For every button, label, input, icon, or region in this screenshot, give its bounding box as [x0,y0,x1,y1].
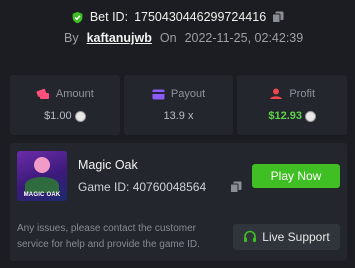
profit-icon [270,88,283,99]
stat-amount: Amount $1.00 [10,75,120,135]
stat-profit-label: Profit [289,88,316,100]
game-id-value: 40760048564 [132,180,207,194]
game-id-label: Game ID: [78,180,130,194]
play-now-button[interactable]: Play Now [252,164,340,188]
thumb-tree [25,177,59,193]
live-support-button[interactable]: Live Support [233,224,340,250]
bet-id-label: Bet ID: [89,10,129,24]
card-icon [152,89,165,99]
stat-profit-value-row: $12.93 [268,110,316,122]
game-name: Magic Oak [78,158,138,172]
by-label: By [64,31,79,45]
stat-profit-value: $12.93 [268,110,302,122]
bet-timestamp: 2022-11-25, 02:42:39 [184,31,304,45]
stat-payout: Payout 13.9 x [123,75,234,135]
coin-icon [305,110,316,122]
stat-amount-value-row: $1.00 [44,110,86,122]
stat-amount-label-row: Amount [36,88,94,100]
copy-icon[interactable] [272,11,284,23]
bet-stats: Amount $1.00 Payout 13.9 x Profit $12.93 [10,75,348,135]
game-card: MAGIC OAK Magic Oak Game ID: 40760048564… [10,143,347,261]
stat-payout-value-row: 13.9 x [164,110,194,122]
stat-payout-value: 13.9 x [163,110,194,122]
bet-id-value: 1750430446299724416 [134,10,267,24]
username-link[interactable]: kaftanujwb [87,31,152,45]
thumbnail-title: MAGIC OAK [23,192,61,198]
bet-meta-row: By kaftanujwb On 2022-11-25, 02:42:39 [64,31,303,45]
stat-profit-label-row: Profit [269,88,315,100]
coin-icon [74,110,86,122]
support-note: Any issues, please contact the customer … [17,223,200,250]
stat-payout-label-row: Payout [152,88,205,100]
game-thumbnail[interactable]: MAGIC OAK [17,151,67,201]
on-label: On [159,31,177,45]
stat-amount-label: Amount [55,88,94,100]
bet-id-row: Bet ID: 1750430446299724416 [0,10,355,24]
thumb-moon [34,157,50,173]
stat-payout-label: Payout [170,88,206,100]
money-icon [36,88,49,99]
shield-check-icon [72,11,83,23]
live-support-label: Live Support [262,230,330,244]
copy-icon[interactable] [230,181,242,193]
game-id-row: Game ID: 40760048564 [78,180,206,194]
stat-amount-value: $1.00 [44,110,72,122]
stat-profit: Profit $12.93 [237,75,348,135]
headset-icon [244,230,257,242]
